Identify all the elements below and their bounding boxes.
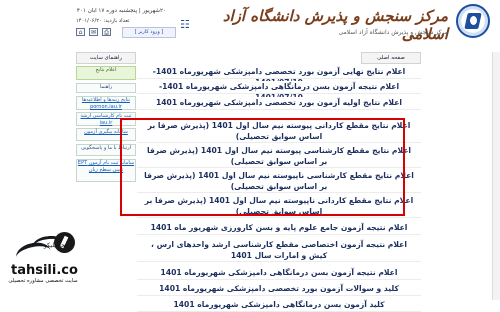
news-item[interactable]: اعلام نتیجه آزمون بسن درمانگاهی دامپزشکی… [137, 81, 421, 102]
news-link[interactable]: اعلام نتیجه آزمون جامع علوم پایه و بسن ک… [137, 222, 421, 233]
news-item[interactable]: اعلام نتایج اولیه آزمون بورد تخصصی دامپز… [137, 97, 421, 110]
news-list: اعلام نتایج نهایی آزمون بورد تخصصی دامپز… [137, 64, 421, 312]
news-link[interactable]: اعلام نتیجه آزمون بسن درمانگاهی دامپزشکی… [137, 267, 421, 278]
sidebar-item-contact[interactable]: ارتباط با ما و پاسخگویی [76, 144, 136, 156]
site-title: مرکز سنجش و پذیرش دانشگاه آزاد اسلامی [222, 7, 448, 43]
sidebar-item-tracking[interactable]: سامانه پیگیری آزمون [76, 128, 136, 141]
news-link[interactable]: اعلام نتایج مقطع کارشناسی ناپیوسته نیم س… [137, 170, 421, 192]
news-link[interactable]: اعلام نتایج اولیه آزمون بورد تخصصی دامپز… [137, 97, 421, 108]
university-logo-icon[interactable] [456, 4, 490, 38]
sidebar-item-notices[interactable]: نتایج رتبه‌ها و اطلاعیه‌ها pornon.iau.ir [76, 96, 136, 110]
site-header: مرکز سنجش و پذیرش دانشگاه آزاد اسلامی مر… [0, 0, 500, 52]
home-icon[interactable]: ⌂ [76, 28, 85, 36]
news-item[interactable]: اعلام نتایج نهایی آزمون بورد تخصصی دامپز… [137, 66, 421, 87]
news-link[interactable]: اعلام نتایج مقطع کاردانی ناپیوسته نیم سا… [137, 195, 421, 217]
watermark-tagline: سایت تخصصی مشاوره تحصیلی [8, 278, 78, 284]
header-icon-group: ⌂ ✉ ⎙ [76, 28, 118, 38]
navigation-tabs: صفحه اصلی راهنمای سایت [76, 52, 421, 64]
tab-help[interactable]: راهنمای سایت [76, 52, 136, 64]
main-content-area: اعلام نتایج راهنما نتایج رتبه‌ها و اطلاع… [76, 64, 421, 312]
site-subtitle: مرکز سنجش و پذیرش دانشگاه آزاد اسلامی [338, 29, 448, 36]
watermark-logo: تحصیلیکو [10, 232, 75, 269]
tahsili-watermark: تحصیلیکو tahsili.co سایت تخصصی مشاوره تح… [2, 232, 84, 300]
news-item[interactable]: اعلام نتایج مقطع کاردانی ناپیوسته نیم سا… [137, 195, 421, 218]
watermark-brand: tahsili.co [11, 263, 78, 278]
news-item[interactable]: اعلام نتایج مقطع کارشناسی پیوسته نیم سال… [137, 145, 421, 168]
vertical-scrollbar[interactable] [492, 52, 500, 300]
news-item[interactable]: اعلام نتایج مقطع کارشناسی ناپیوسته نیم س… [137, 170, 421, 193]
news-item[interactable]: اعلام نتیجه آزمون اختصاصی مقطع کارشناسی … [137, 239, 421, 262]
sidebar-item-ept[interactable]: سامانه ثبت نام آزمون EPT تعیین سطح زبان [76, 159, 136, 182]
news-item[interactable]: اعلام نتایج مقطع کاردانی پیوسته نیم سال … [137, 120, 421, 143]
left-sidebar: اعلام نتایج راهنما نتایج رتبه‌ها و اطلاع… [76, 64, 136, 224]
news-item[interactable]: اعلام نتیجه آزمون بسن درمانگاهی دامپزشکی… [137, 267, 421, 280]
news-link[interactable]: اعلام نتایج مقطع کاردانی پیوسته نیم سال … [137, 120, 421, 142]
news-item[interactable]: کلید آزمون بسن درمانگاهی دامپزشکی شهریور… [137, 299, 421, 312]
sidebar-item-results[interactable]: اعلام نتایج [76, 66, 136, 80]
sidebar-item-registration[interactable]: ثبت نام کارشناسی ارشد iau.ir [76, 112, 136, 126]
news-link[interactable]: اعلام نتایج مقطع کارشناسی پیوسته نیم سال… [137, 145, 421, 167]
news-item[interactable]: اعلام نتیجه آزمون جامع علوم پایه و بسن ک… [137, 222, 421, 235]
watermark-fa-brand: تحصیلیکو [44, 242, 67, 249]
tab-home[interactable]: صفحه اصلی [361, 52, 421, 64]
page: مرکز سنجش و پذیرش دانشگاه آزاد اسلامی مر… [0, 0, 500, 312]
stats-icon: ☷ [180, 18, 190, 31]
news-item[interactable]: کلید و سوالات آزمون بورد تخصصی دامپزشکی … [137, 283, 421, 296]
mail-icon[interactable]: ✉ [89, 28, 98, 36]
news-link[interactable]: اعلام نتیجه آزمون اختصاصی مقطع کارشناسی … [137, 239, 421, 261]
news-link[interactable]: کلید آزمون بسن درمانگاهی دامپزشکی شهریور… [137, 299, 421, 310]
print-icon[interactable]: ⎙ [102, 28, 111, 36]
sidebar-item-guide[interactable]: راهنما [76, 83, 136, 93]
login-link[interactable]: [ ورود کاربر ] [122, 27, 176, 38]
news-link[interactable]: کلید و سوالات آزمون بورد تخصصی دامپزشکی … [137, 283, 421, 294]
